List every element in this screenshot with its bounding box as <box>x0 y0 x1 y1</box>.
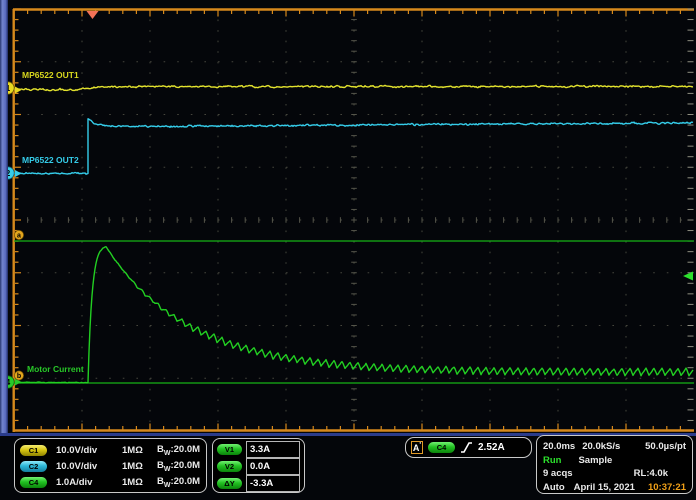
scope-display: MP6522 OUT1 MP6522 OUT2 Motor Current 1 … <box>0 0 696 433</box>
rising-edge-slope-icon <box>460 441 473 454</box>
sample-rate: 20.0kS/s <box>582 441 620 452</box>
ch2-settings-row: C2 10.0V/div 1MΩ BW:20.0M <box>20 458 201 474</box>
timebase-row-scale: 20.0ms 20.0kS/s 50.0µs/pt <box>543 440 686 454</box>
trigger-mode: Auto <box>543 482 565 493</box>
ch2-impedance: 1MΩ <box>122 461 157 472</box>
cursor-v2-badge[interactable]: V2 <box>217 461 242 472</box>
trigger-source-badge[interactable]: C4 <box>428 442 455 453</box>
time-label: 10:37:21 <box>648 482 686 493</box>
ch2-trace-label: MP6522 OUT2 <box>22 155 79 165</box>
timebase-row-acqs: 9 acqs RL:4.0k <box>543 467 686 481</box>
cursor-v1-badge[interactable]: V1 <box>217 444 242 455</box>
ch4-badge[interactable]: C4 <box>20 477 47 488</box>
ch2-bandwidth: BW:20.0M <box>157 460 200 473</box>
cursor-a-handle[interactable]: a <box>14 230 23 239</box>
channel-settings-panel: C1 10.0V/div 1MΩ BW:20.0M C2 10.0V/div 1… <box>14 438 207 493</box>
trigger-a-badge[interactable]: A' <box>411 441 423 454</box>
ch1-trace-label: MP6522 OUT1 <box>22 70 79 80</box>
cursor-v1-value: 3.3A <box>246 441 300 459</box>
trigger-position-marker[interactable] <box>87 11 99 19</box>
ch4-impedance: 1MΩ <box>122 477 157 488</box>
trigger-readout-panel: A' C4 2.52A <box>405 437 532 458</box>
cursor-v2-value: 0.0A <box>246 458 300 476</box>
cursor-v2-row: V2 0.0A <box>217 458 300 475</box>
ch2-badge[interactable]: C2 <box>20 461 47 472</box>
cursor-dy-value: -3.3A <box>246 475 300 493</box>
timebase-scale: 20.0ms <box>543 441 575 452</box>
sample-resolution: 50.0µs/pt <box>645 441 686 452</box>
readout-bar: C1 10.0V/div 1MΩ BW:20.0M C2 10.0V/div 1… <box>0 433 696 500</box>
ch1-scale: 10.0V/div <box>56 445 122 456</box>
record-length: RL:4.0k <box>634 468 668 479</box>
ch1-settings-row: C1 10.0V/div 1MΩ BW:20.0M <box>20 442 201 458</box>
cursor-b-handle[interactable]: b <box>14 371 23 380</box>
ch1-impedance: 1MΩ <box>122 445 157 456</box>
ch1-badge[interactable]: C1 <box>20 445 47 456</box>
date-label: April 15, 2021 <box>574 482 635 493</box>
timebase-row-datetime: Auto April 15, 2021 10:37:21 <box>543 481 686 495</box>
ch4-scale: 1.0A/div <box>56 477 122 488</box>
cursor-v1-row: V1 3.3A <box>217 441 300 458</box>
svg-text:a: a <box>17 233 21 240</box>
ch4-bandwidth: BW:20.0M <box>157 476 200 489</box>
cursor-dy-badge[interactable]: ΔY <box>217 478 242 489</box>
oscilloscope-screen: MP6522 OUT1 MP6522 OUT2 Motor Current 1 … <box>0 0 696 500</box>
timebase-panel: 20.0ms 20.0kS/s 50.0µs/pt Run Sample 9 a… <box>536 435 693 494</box>
timebase-row-acq: Run Sample <box>543 454 686 468</box>
acquisition-count: 9 acqs <box>543 468 573 479</box>
cursor-dy-row: ΔY -3.3A <box>217 475 300 492</box>
acquisition-mode: Sample <box>578 455 612 466</box>
ch1-bandwidth: BW:20.0M <box>157 444 200 457</box>
ch4-trace-label: Motor Current <box>27 364 84 374</box>
cursor-readout-panel: V1 3.3A V2 0.0A ΔY -3.3A <box>212 438 305 493</box>
window-frame-left <box>0 0 8 500</box>
ch4-settings-row: C4 1.0A/div 1MΩ BW:20.0M <box>20 475 201 491</box>
trigger-level-value: 2.52A <box>478 442 505 453</box>
waveform-traces <box>14 85 693 383</box>
svg-text:b: b <box>17 373 21 380</box>
ch2-scale: 10.0V/div <box>56 461 122 472</box>
run-state: Run <box>543 455 561 466</box>
